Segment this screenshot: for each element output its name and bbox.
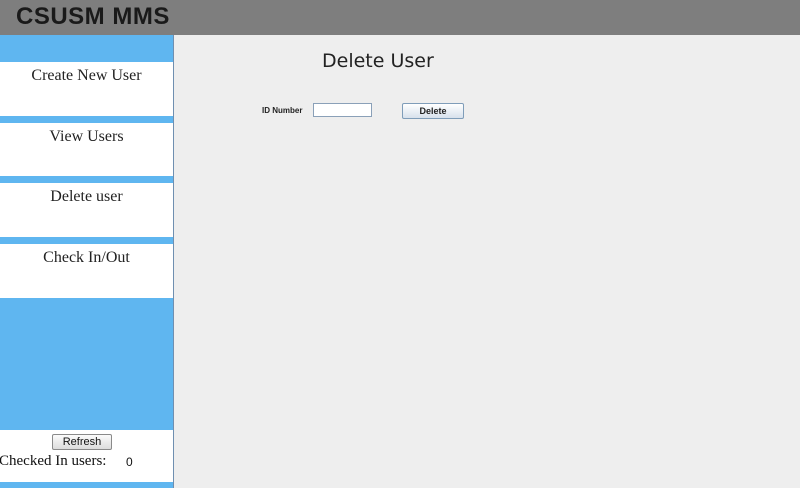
view-users-button[interactable]: View Users bbox=[0, 123, 173, 176]
view-users-label: View Users bbox=[49, 128, 124, 145]
id-number-input[interactable] bbox=[313, 103, 372, 117]
id-number-label: ID Number bbox=[262, 106, 303, 115]
delete-button[interactable]: Delete bbox=[402, 103, 464, 119]
checked-in-count: 0 bbox=[126, 455, 133, 469]
delete-user-label: Delete user bbox=[50, 188, 123, 205]
check-in-out-button[interactable]: Check In/Out bbox=[0, 244, 173, 298]
create-new-user-label: Create New User bbox=[31, 67, 142, 84]
delete-user-button[interactable]: Delete user bbox=[0, 183, 173, 237]
create-new-user-button[interactable]: Create New User bbox=[0, 62, 173, 116]
page-title: Delete User bbox=[322, 50, 434, 72]
app-header: CSUSM MMS bbox=[0, 0, 800, 35]
check-in-out-label: Check In/Out bbox=[43, 249, 130, 266]
checked-in-panel: Refresh Checked In users: 0 bbox=[0, 430, 173, 482]
refresh-button[interactable]: Refresh bbox=[52, 434, 112, 450]
app-title: CSUSM MMS bbox=[16, 3, 170, 30]
sidebar: Create New User View Users Delete user C… bbox=[0, 35, 174, 488]
checked-in-label: Checked In users: bbox=[0, 453, 107, 469]
